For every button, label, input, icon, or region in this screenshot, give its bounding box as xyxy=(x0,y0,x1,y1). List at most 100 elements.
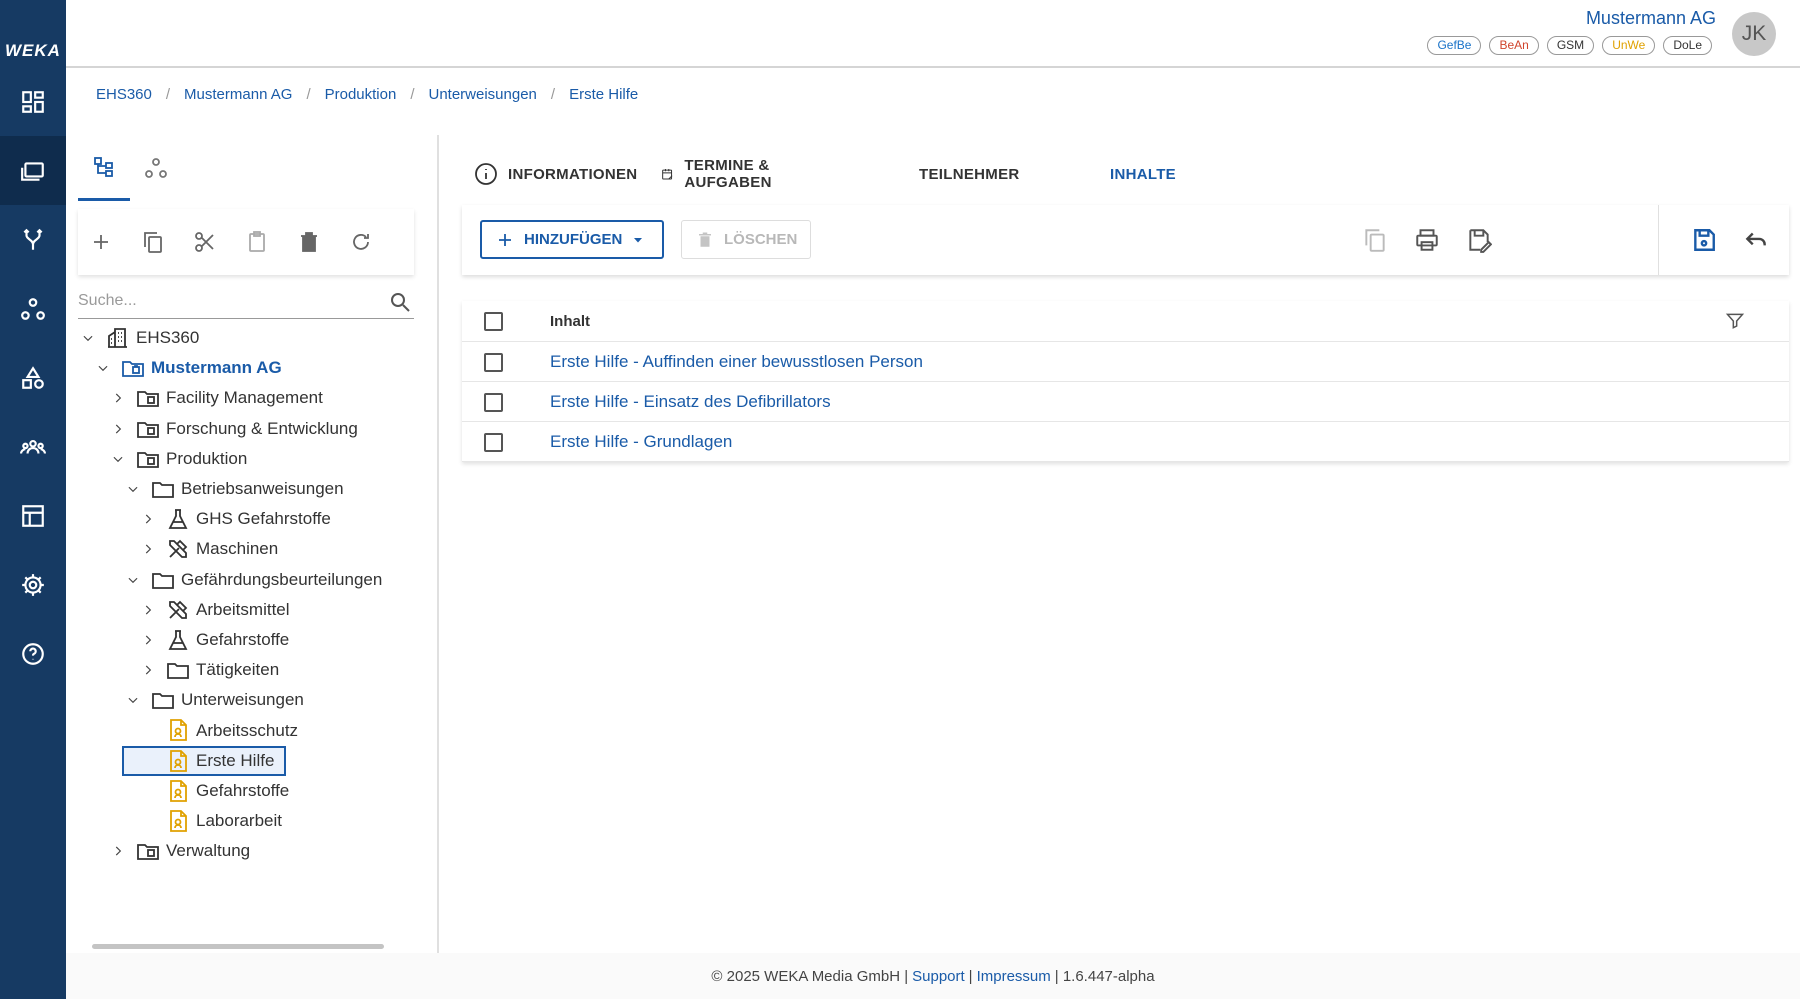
nav-organisation[interactable] xyxy=(0,274,66,343)
breadcrumb-item[interactable]: Erste Hilfe xyxy=(569,86,638,103)
panel-divider[interactable] xyxy=(437,135,439,953)
tree-node[interactable]: GHS Gefahrstoffe xyxy=(78,504,414,534)
chevron-right-icon[interactable] xyxy=(138,600,158,620)
tree-node[interactable]: Gefahrstoffe xyxy=(78,776,414,806)
user-avatar[interactable]: JK xyxy=(1732,12,1776,56)
footer-impressum-link[interactable]: Impressum xyxy=(977,968,1051,985)
filter-icon[interactable] xyxy=(1725,311,1745,336)
breadcrumb-item[interactable]: EHS360 xyxy=(96,86,152,103)
tab-termine-aufgaben[interactable]: TERMINE & AUFGABEN xyxy=(661,156,782,192)
chevron-down-icon[interactable] xyxy=(123,570,143,590)
chevron-right-icon[interactable] xyxy=(138,660,158,680)
chevron-right-icon[interactable] xyxy=(108,419,128,439)
tree-paste-button[interactable] xyxy=(242,227,272,257)
row-checkbox[interactable] xyxy=(484,353,503,372)
select-all-checkbox[interactable] xyxy=(484,312,503,331)
print-button[interactable] xyxy=(1410,223,1444,257)
save-icon xyxy=(1694,229,1715,251)
tree-node[interactable]: EHS360 xyxy=(78,323,414,353)
row-checkbox[interactable] xyxy=(484,393,503,412)
chevron-right-icon[interactable] xyxy=(108,841,128,861)
breadcrumb-item[interactable]: Mustermann AG xyxy=(184,86,292,103)
breadcrumb-item[interactable]: Unterweisungen xyxy=(429,86,537,103)
chevron-down-icon[interactable] xyxy=(78,328,98,348)
breadcrumb-item[interactable]: Produktion xyxy=(325,86,397,103)
content-link[interactable]: Erste Hilfe - Grundlagen xyxy=(550,432,732,452)
tree-node[interactable]: Arbeitsmittel xyxy=(78,595,414,625)
tree-node[interactable]: Facility Management xyxy=(78,383,414,413)
table-row[interactable]: Erste Hilfe - Grundlagen xyxy=(462,422,1789,462)
row-checkbox[interactable] xyxy=(484,433,503,452)
tree-node[interactable]: Gefährdungsbeurteilungen xyxy=(78,565,414,595)
nav-settings[interactable] xyxy=(0,550,66,619)
nav-dashboard[interactable] xyxy=(0,67,66,136)
module-badge[interactable]: BeAn xyxy=(1489,36,1539,55)
tree-node[interactable]: Maschinen xyxy=(78,534,414,564)
nav-team[interactable] xyxy=(0,412,66,481)
nav-processes[interactable] xyxy=(0,205,66,274)
tree-copy-button[interactable] xyxy=(138,227,168,257)
tree-horizontal-scrollbar[interactable] xyxy=(92,944,392,950)
department-folder-icon xyxy=(136,386,160,410)
chevron-down-icon[interactable] xyxy=(123,479,143,499)
nav-documents[interactable] xyxy=(0,136,66,205)
module-badge[interactable]: UnWe xyxy=(1602,36,1656,55)
instruction-doc-icon xyxy=(166,749,190,773)
module-badge[interactable]: GefBe xyxy=(1427,36,1482,55)
nav-help[interactable] xyxy=(0,619,66,688)
tab-inhalte[interactable]: INHALTE xyxy=(1110,156,1176,192)
module-badge[interactable]: GSM xyxy=(1546,36,1595,55)
table-row[interactable]: Erste Hilfe - Einsatz des Defibrillators xyxy=(462,382,1789,422)
search-icon[interactable] xyxy=(388,290,412,319)
tree-node[interactable]: Arbeitsschutz xyxy=(78,715,414,745)
nav-table[interactable] xyxy=(0,481,66,550)
scrollbar-thumb[interactable] xyxy=(92,944,384,949)
chevron-right-icon[interactable] xyxy=(108,388,128,408)
tree-node[interactable]: Forschung & Entwicklung xyxy=(78,414,414,444)
tab-tree-view[interactable] xyxy=(78,135,130,201)
save-as-button[interactable] xyxy=(1462,223,1496,257)
tree-node[interactable]: Betriebsanweisungen xyxy=(78,474,414,504)
weka-logo[interactable]: WEKA xyxy=(0,0,66,67)
duplicate-button[interactable] xyxy=(1358,223,1392,257)
module-badge[interactable]: DoLe xyxy=(1663,36,1712,55)
tree-node[interactable]: Erste Hilfe xyxy=(78,745,414,776)
tree-node[interactable]: Laborarbeit xyxy=(78,806,414,836)
tree-node-label: Laborarbeit xyxy=(196,811,283,831)
chevron-right-icon[interactable] xyxy=(138,539,158,559)
company-name[interactable]: Mustermann AG xyxy=(1586,8,1716,29)
chevron-right-icon[interactable] xyxy=(138,509,158,529)
tree-node[interactable]: Produktion xyxy=(78,444,414,474)
content-link[interactable]: Erste Hilfe - Einsatz des Defibrillators xyxy=(550,392,831,412)
content-link[interactable]: Erste Hilfe - Auffinden einer bewusstlos… xyxy=(550,352,923,372)
tree-node-label: Facility Management xyxy=(166,388,323,408)
team-icon xyxy=(20,439,46,454)
delete-content-button[interactable]: LÖSCHEN xyxy=(681,220,811,259)
footer-support-link[interactable]: Support xyxy=(912,968,965,985)
nav-shapes[interactable] xyxy=(0,343,66,412)
tab-org-view[interactable] xyxy=(130,135,182,201)
tree-node-label: GHS Gefahrstoffe xyxy=(196,509,331,529)
tree-delete-button[interactable] xyxy=(294,227,324,257)
tree-cut-button[interactable] xyxy=(190,227,220,257)
tree-node[interactable]: Unterweisungen xyxy=(78,685,414,715)
tab-teilnehmer[interactable]: TEILNEHMER xyxy=(919,156,1020,192)
column-header-inhalt[interactable]: Inhalt xyxy=(550,313,590,330)
tree-node[interactable]: Verwaltung xyxy=(78,836,414,866)
add-content-button[interactable]: HINZUFÜGEN xyxy=(480,220,664,259)
hierarchy-icon xyxy=(21,297,45,320)
search-input[interactable] xyxy=(78,285,368,317)
tree-add-button[interactable] xyxy=(86,227,116,257)
chevron-right-icon[interactable] xyxy=(138,630,158,650)
save-button[interactable] xyxy=(1687,223,1721,257)
chevron-down-icon[interactable] xyxy=(123,690,143,710)
table-row[interactable]: Erste Hilfe - Auffinden einer bewusstlos… xyxy=(462,342,1789,382)
chevron-down-icon[interactable] xyxy=(93,358,113,378)
tree-node[interactable]: Tätigkeiten xyxy=(78,655,414,685)
tab-informationen[interactable]: INFORMATIONEN xyxy=(474,156,637,192)
tree-node[interactable]: Mustermann AG xyxy=(78,353,414,383)
undo-button[interactable] xyxy=(1739,223,1773,257)
chevron-down-icon[interactable] xyxy=(108,449,128,469)
tree-refresh-button[interactable] xyxy=(346,227,376,257)
tree-node[interactable]: Gefahrstoffe xyxy=(78,625,414,655)
